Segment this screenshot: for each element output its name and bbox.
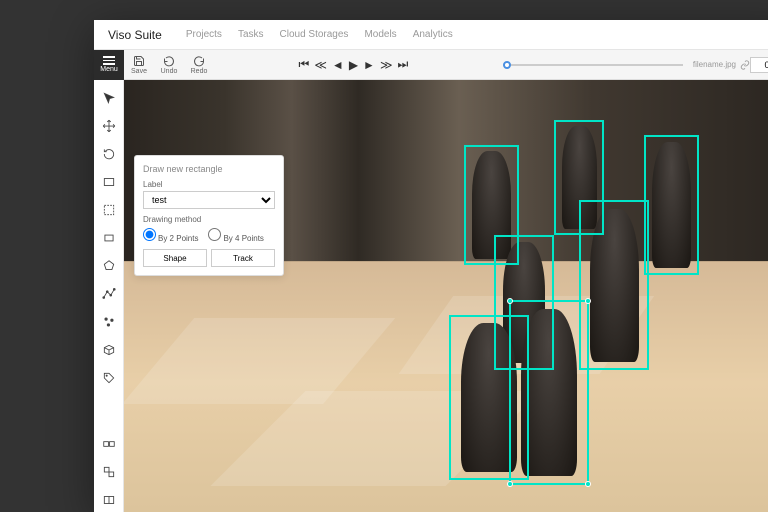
cuboid-tool[interactable] <box>97 338 121 362</box>
draw-rectangle-panel: Draw new rectangle Label test Drawing me… <box>134 155 284 276</box>
group-tool[interactable] <box>97 460 121 484</box>
filename-label: filename.jpg <box>693 60 736 69</box>
brand-title: Viso Suite <box>108 28 162 42</box>
panel-title: Draw new rectangle <box>143 164 275 174</box>
group-icon <box>102 465 116 479</box>
person-figure <box>652 142 691 268</box>
points-tool[interactable] <box>97 310 121 334</box>
nav-models[interactable]: Models <box>364 29 396 40</box>
cursor-tool[interactable] <box>97 86 121 110</box>
nav-tasks[interactable]: Tasks <box>238 29 264 40</box>
frame-player: ⏮ ≪ ◄ ▶ ► ≫ ⏭ <box>298 57 410 72</box>
cuboid-icon <box>102 343 116 357</box>
tag-tool[interactable] <box>97 366 121 390</box>
by-4-points-option[interactable]: By 4 Points <box>208 228 263 243</box>
prev-frame-button[interactable]: ◄ <box>331 58 345 72</box>
track-button[interactable]: Track <box>211 249 275 267</box>
next-frame-button[interactable]: ► <box>362 58 376 72</box>
polyline-tool[interactable] <box>97 282 121 306</box>
by-2-points-option[interactable]: By 2 Points <box>143 228 198 243</box>
tag-icon <box>102 371 116 385</box>
annotation-canvas[interactable] <box>124 80 768 512</box>
step-forward-many-button[interactable]: ≫ <box>379 58 394 72</box>
polygon-icon <box>102 259 116 273</box>
menu-button[interactable]: Menu <box>94 50 124 80</box>
frame-slider[interactable] <box>503 64 683 66</box>
hamburger-icon <box>103 56 115 65</box>
slider-handle[interactable] <box>503 61 511 69</box>
nav-cloud-storages[interactable]: Cloud Storages <box>280 29 349 40</box>
rectangle-tool[interactable] <box>97 226 121 250</box>
rotate-icon <box>102 147 116 161</box>
move-tool[interactable] <box>97 114 121 138</box>
frame-number-input[interactable]: 0 <box>750 57 768 73</box>
undo-button[interactable]: Undo <box>154 50 184 80</box>
person-figure <box>521 309 577 476</box>
fit-tool[interactable] <box>97 170 121 194</box>
rectangle-icon <box>102 231 116 245</box>
first-frame-button[interactable]: ⏮ <box>298 57 311 72</box>
app-window: Viso Suite Projects Tasks Cloud Storages… <box>94 20 768 512</box>
last-frame-button[interactable]: ⏭ <box>397 57 410 72</box>
label-select[interactable]: test <box>143 191 275 209</box>
region-icon <box>102 203 116 217</box>
label-field-label: Label <box>143 180 275 189</box>
region-tool[interactable] <box>97 198 121 222</box>
step-back-many-button[interactable]: ≪ <box>313 58 328 72</box>
link-icon[interactable] <box>740 60 750 70</box>
merge-icon <box>102 437 116 451</box>
save-button[interactable]: Save <box>124 50 154 80</box>
split-tool[interactable] <box>97 488 121 512</box>
move-icon <box>102 119 116 133</box>
redo-button[interactable]: Redo <box>184 50 214 80</box>
person-figure <box>590 209 639 362</box>
shape-button[interactable]: Shape <box>143 249 207 267</box>
merge-tool[interactable] <box>97 432 121 456</box>
polyline-icon <box>102 287 116 301</box>
drawing-method-label: Drawing method <box>143 215 275 224</box>
radio-4-points[interactable] <box>208 228 221 241</box>
undo-icon <box>163 55 175 67</box>
fit-icon <box>102 175 116 189</box>
workspace <box>94 80 768 512</box>
split-icon <box>102 493 116 507</box>
top-nav: Viso Suite Projects Tasks Cloud Storages… <box>94 20 768 50</box>
person-figure <box>461 323 517 472</box>
nav-analytics[interactable]: Analytics <box>413 29 453 40</box>
cursor-icon <box>102 91 116 105</box>
nav-projects[interactable]: Projects <box>186 29 222 40</box>
tool-sidebar <box>94 80 124 512</box>
save-icon <box>133 55 145 67</box>
redo-icon <box>193 55 205 67</box>
play-button[interactable]: ▶ <box>348 58 359 72</box>
polygon-tool[interactable] <box>97 254 121 278</box>
points-icon <box>102 315 116 329</box>
rotate-tool[interactable] <box>97 142 121 166</box>
toolbar: Menu Save Undo Redo ⏮ ≪ ◄ ▶ ► ≫ ⏭ filena… <box>94 50 768 80</box>
radio-2-points[interactable] <box>143 228 156 241</box>
